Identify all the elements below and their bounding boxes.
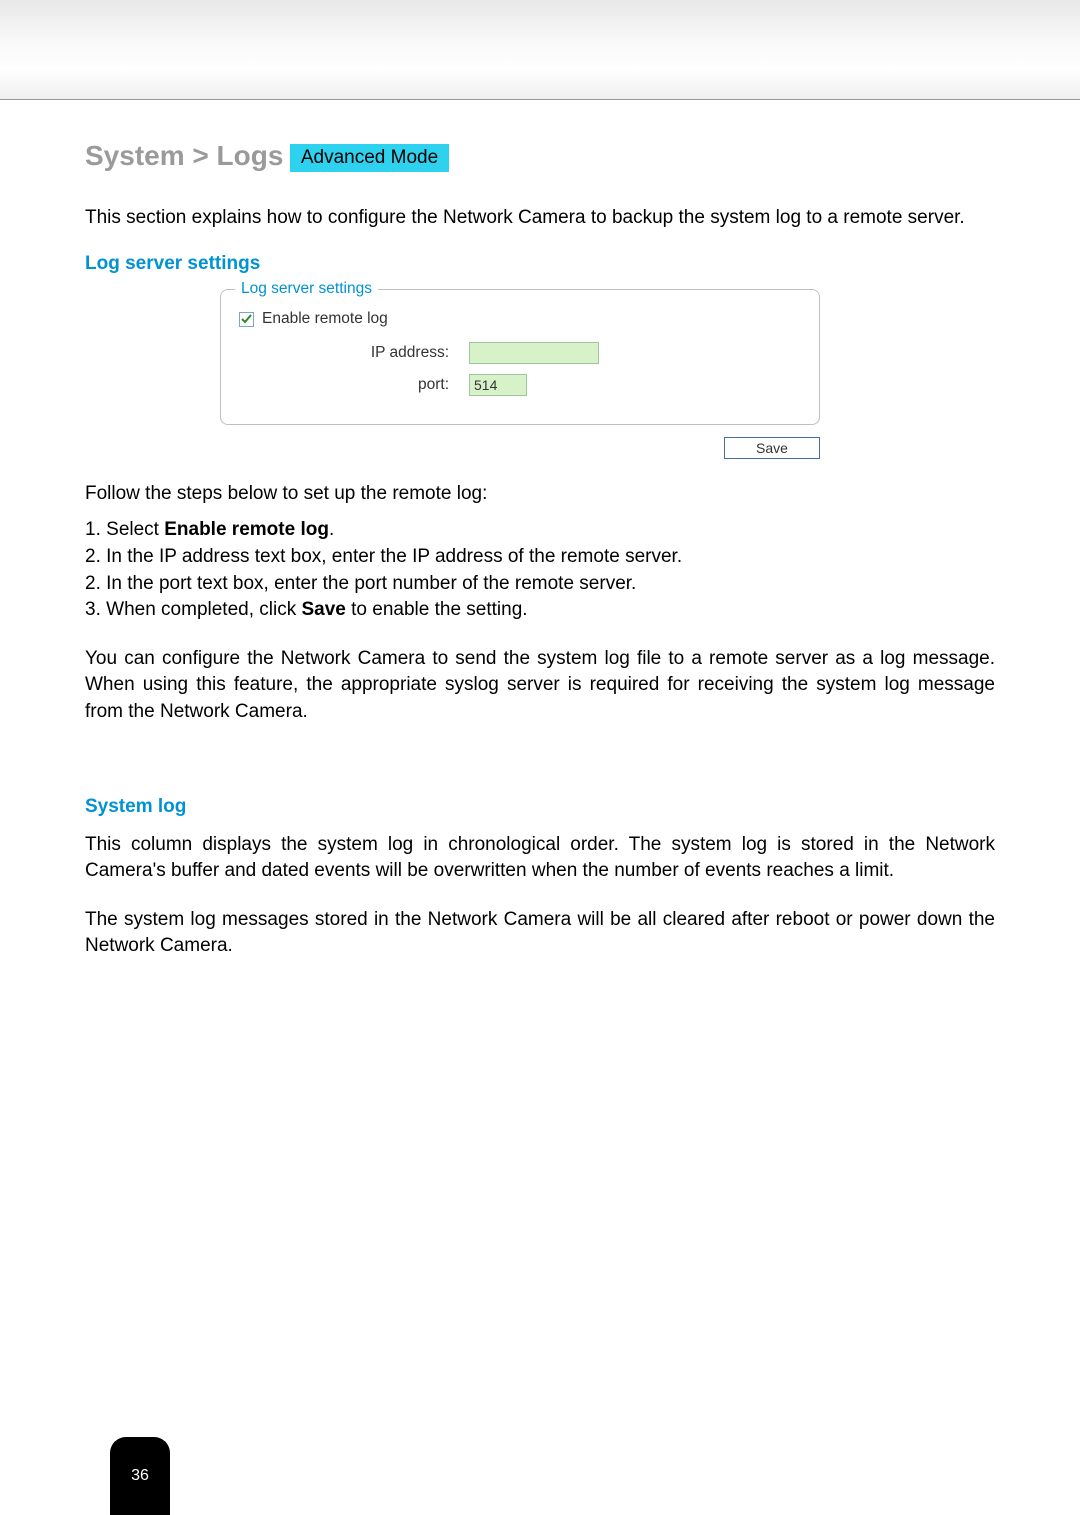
ip-address-input[interactable] <box>469 342 599 364</box>
system-log-p2: The system log messages stored in the Ne… <box>85 907 995 960</box>
port-label: port: <box>239 376 469 394</box>
step-2a: 2. In the IP address text box, enter the… <box>85 544 995 571</box>
enable-remote-log-checkbox[interactable] <box>239 312 254 327</box>
page-header-banner <box>0 0 1080 100</box>
step-1: 1. Select Enable remote log. <box>85 517 995 544</box>
section-heading-log-server: Log server settings <box>85 253 995 275</box>
save-button[interactable]: Save <box>724 437 820 459</box>
fieldset-legend: Log server settings <box>235 280 378 298</box>
page-number: 36 <box>131 1467 149 1485</box>
page-number-tab: 36 <box>110 1437 170 1515</box>
step-3: 3. When completed, click Save to enable … <box>85 597 995 624</box>
enable-remote-log-label: Enable remote log <box>262 310 388 328</box>
ip-address-label: IP address: <box>239 344 469 362</box>
port-input[interactable] <box>469 374 527 396</box>
breadcrumb-row: System > Logs Advanced Mode <box>85 140 995 175</box>
mode-badge: Advanced Mode <box>290 144 449 172</box>
steps-list: 1. Select Enable remote log. 2. In the I… <box>85 517 995 623</box>
log-server-settings-panel: Log server settings Enable remote log IP… <box>220 289 820 459</box>
breadcrumb: System > Logs <box>85 140 283 171</box>
steps-intro: Follow the steps below to set up the rem… <box>85 483 995 505</box>
system-log-p1: This column displays the system log in c… <box>85 832 995 885</box>
step-2b: 2. In the port text box, enter the port … <box>85 571 995 598</box>
intro-text: This section explains how to configure t… <box>85 205 995 232</box>
remote-note: You can configure the Network Camera to … <box>85 646 995 726</box>
checkmark-icon <box>241 314 252 325</box>
section-heading-system-log: System log <box>85 796 995 818</box>
